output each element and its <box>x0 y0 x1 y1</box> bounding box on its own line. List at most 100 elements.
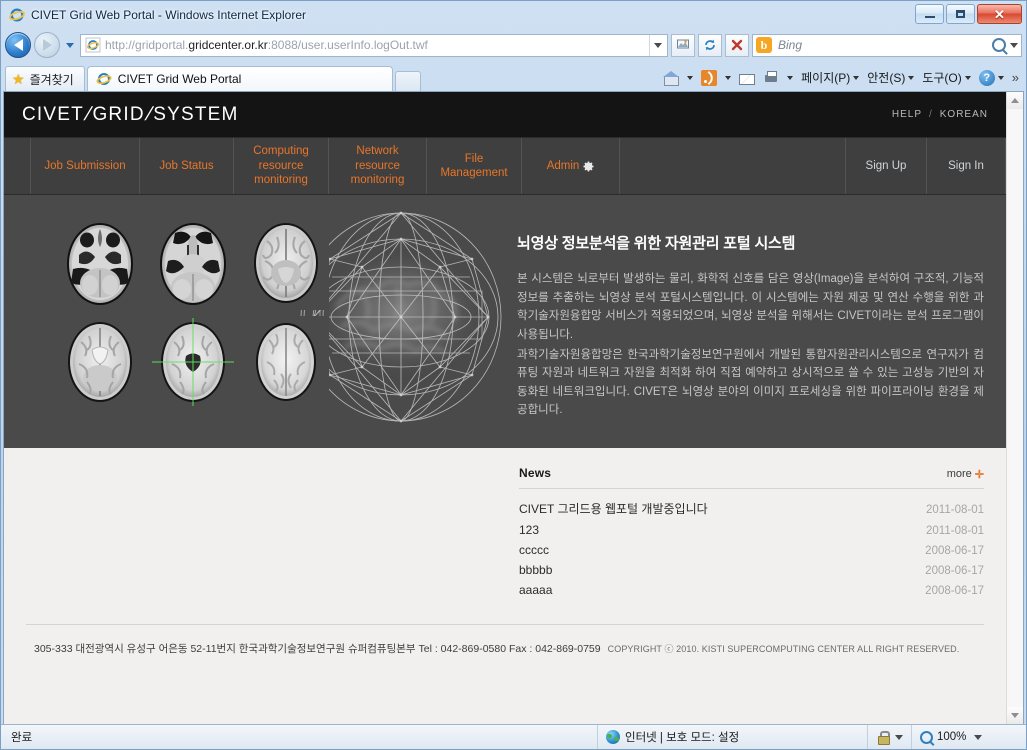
search-input[interactable]: Bing <box>778 38 992 52</box>
nav-item-sign-in[interactable]: Sign In <box>927 138 1006 194</box>
search-box[interactable]: b Bing <box>752 33 1022 57</box>
hero-text-block: 뇌영상 정보분석을 위한 자원관리 포털 시스템 본 시스템은 뇌로부터 발생하… <box>509 195 1006 448</box>
zoom-level-text: 100% <box>937 731 967 743</box>
header-utility-links: HELP / KOREAN <box>892 109 988 120</box>
news-item-title: ccccc <box>519 542 549 557</box>
url-bar[interactable]: http://gridportal.gridcenter.or.kr:8088/… <box>80 33 668 57</box>
help-link[interactable]: HELP <box>892 109 922 120</box>
status-text: 완료 <box>11 732 33 744</box>
footer-copyright: COPYRIGHT ⓒ 2010. KISTI SUPERCOMPUTING C… <box>607 644 960 654</box>
chevron-down-icon <box>853 75 860 80</box>
nav-item-admin[interactable]: Admin <box>522 138 620 194</box>
history-dropdown-button[interactable] <box>63 35 77 55</box>
minimize-button[interactable] <box>915 4 944 24</box>
page-content: CIVET / GRID / SYSTEM HELP / KOREAN Job … <box>4 92 1006 724</box>
feeds-button[interactable] <box>698 68 720 88</box>
favorites-button[interactable]: ★ 즐겨찾기 <box>5 66 85 91</box>
ie-browser-window: CIVET Grid Web Portal - Windows Internet… <box>0 0 1027 750</box>
bing-icon: b <box>756 37 772 53</box>
chevron-down-icon <box>653 42 662 48</box>
hero-paragraph-2: 과학기술자원융합망은 한국과학기술정보연구원에서 개발된 통합자원관리시스템으로… <box>517 348 984 417</box>
news-item-title: CIVET 그리드용 웹포털 개발중입니다 <box>519 501 708 516</box>
new-tab-button[interactable] <box>394 71 421 91</box>
logo-part-2: GRID <box>92 103 145 125</box>
lock-icon <box>876 730 890 745</box>
news-item[interactable]: bbbbb 2008-06-17 <box>519 560 984 580</box>
mri-slice-1 <box>57 217 143 310</box>
safety-menu-label: 안전(S) <box>867 71 906 85</box>
security-zone-cell[interactable]: 인터넷 | 보호 모드: 설정 <box>598 725 868 749</box>
nav-item-file-management[interactable]: File Management <box>427 138 522 194</box>
home-button[interactable] <box>660 68 682 88</box>
maximize-button[interactable] <box>946 4 975 24</box>
forward-button[interactable] <box>34 32 60 58</box>
print-icon <box>763 70 779 86</box>
nav-label: Admin <box>546 159 580 172</box>
mri-slice-3 <box>243 217 329 310</box>
print-button[interactable] <box>760 68 782 88</box>
print-dropdown[interactable] <box>784 74 796 82</box>
close-button[interactable]: ✕ <box>977 4 1022 24</box>
site-favicon-icon <box>85 37 101 53</box>
mail-button[interactable] <box>736 70 758 85</box>
feeds-dropdown[interactable] <box>722 74 734 82</box>
help-menu[interactable]: ? <box>976 68 1007 88</box>
chevron-down-icon[interactable] <box>974 734 983 740</box>
browser-tab[interactable]: CIVET Grid Web Portal <box>86 66 393 91</box>
logo-part-3: SYSTEM <box>153 103 239 125</box>
url-text: http://gridportal.gridcenter.or.kr:8088/… <box>105 38 649 52</box>
site-logo[interactable]: CIVET / GRID / SYSTEM <box>22 104 239 126</box>
url-dropdown-button[interactable] <box>649 34 665 56</box>
tools-menu[interactable]: 도구(O) <box>919 67 973 88</box>
back-button[interactable] <box>5 32 31 58</box>
news-item[interactable]: 123 2011-08-01 <box>519 520 984 540</box>
news-more-label: more <box>946 468 972 480</box>
news-item-title: 123 <box>519 522 540 537</box>
chevron-down-icon[interactable] <box>895 734 903 740</box>
zoom-level-cell[interactable]: 100% <box>912 725 990 749</box>
compatibility-view-button[interactable] <box>671 33 695 57</box>
favorites-label: 즐겨찾기 <box>29 72 74 87</box>
scroll-up-button[interactable] <box>1007 92 1023 109</box>
korean-link[interactable]: KOREAN <box>940 109 988 120</box>
news-item-date: 2008-06-17 <box>925 544 984 557</box>
stop-button[interactable] <box>725 33 749 57</box>
footer-address: 305-333 대전광역시 유성구 어은동 52-11번지 한국과학기술정보연구… <box>34 643 601 655</box>
page-menu[interactable]: 페이지(P) <box>798 67 862 88</box>
nav-left-pad <box>4 138 31 194</box>
url-suffix: :8088/user.userInfo.logOut.twf <box>267 38 428 52</box>
site-footer: 305-333 대전광역시 유성구 어은동 52-11번지 한국과학기술정보연구… <box>26 624 984 656</box>
chevron-down-icon <box>687 75 694 80</box>
search-icon[interactable] <box>992 38 1006 52</box>
refresh-button[interactable] <box>698 33 722 57</box>
hero-paragraph-1: 본 시스템은 뇌로부터 발생하는 물리, 화학적 신호를 담은 영상(Image… <box>517 273 984 341</box>
plus-icon: ✛ <box>974 468 984 481</box>
nav-item-job-submission[interactable]: Job Submission <box>31 138 140 194</box>
chevron-down-icon <box>997 75 1004 80</box>
news-item[interactable]: aaaaa 2008-06-17 <box>519 580 984 600</box>
nav-spacer <box>620 138 846 194</box>
link-separator: / <box>928 109 933 120</box>
news-title: News <box>519 466 552 480</box>
mri-slice-6 <box>243 316 329 409</box>
news-item-title: bbbbb <box>519 562 553 577</box>
news-item[interactable]: CIVET 그리드용 웹포털 개발중입니다 2011-08-01 <box>519 497 984 520</box>
scrollbar-track[interactable] <box>1007 109 1023 707</box>
nav-item-job-status[interactable]: Job Status <box>140 138 234 194</box>
news-item[interactable]: ccccc 2008-06-17 <box>519 540 984 560</box>
command-overflow-button[interactable]: » <box>1009 68 1022 87</box>
news-more-link[interactable]: more ✛ <box>947 468 984 481</box>
privacy-report-cell[interactable] <box>868 725 912 749</box>
nav-item-computing-resource-monitoring[interactable]: Computing resource monitoring <box>234 138 329 194</box>
home-dropdown[interactable] <box>684 74 696 82</box>
page-scrollbar[interactable] <box>1006 92 1023 724</box>
news-item-date: 2008-06-17 <box>925 584 984 597</box>
safety-menu[interactable]: 안전(S) <box>864 67 917 88</box>
nav-item-sign-up[interactable]: Sign Up <box>846 138 927 194</box>
address-bar-row: http://gridportal.gridcenter.or.kr:8088/… <box>1 29 1026 61</box>
nav-item-network-resource-monitoring[interactable]: Network resource monitoring <box>329 138 427 194</box>
search-provider-chevron-icon[interactable] <box>1010 42 1018 48</box>
home-icon <box>663 70 680 86</box>
scroll-down-button[interactable] <box>1007 707 1023 724</box>
nav-label: Computing resource monitoring <box>253 145 309 187</box>
